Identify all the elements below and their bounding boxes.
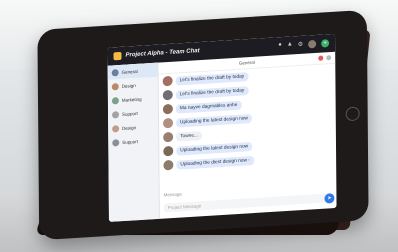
tablet-device: Project Alpha - Team Chat ● ▲ ⚙ + Genera… bbox=[37, 9, 369, 241]
message-bubble[interactable]: Let's finalize the draft by today bbox=[175, 85, 249, 100]
info-icon[interactable] bbox=[326, 55, 332, 61]
message-input-placeholder: Project Message bbox=[167, 203, 202, 211]
message-bubble[interactable]: Uploading the latest design now bbox=[176, 141, 253, 156]
send-button[interactable]: ➤ bbox=[324, 193, 335, 204]
channel-name: General bbox=[238, 59, 255, 66]
home-button[interactable] bbox=[345, 106, 360, 122]
titlebar-icons: ● ▲ ⚙ + bbox=[278, 39, 335, 50]
channel-sidebar: General Design Marketing Support Design Suppo… bbox=[107, 62, 160, 222]
avatar[interactable] bbox=[162, 103, 173, 115]
sidebar-item-label: General bbox=[121, 68, 138, 75]
sidebar-item-label: Design bbox=[121, 82, 136, 89]
channel-avatar bbox=[112, 138, 120, 147]
channel-avatar bbox=[111, 96, 119, 105]
avatar[interactable] bbox=[162, 75, 173, 87]
bell-icon[interactable]: ● bbox=[278, 42, 282, 50]
channel-avatar bbox=[111, 82, 119, 91]
sidebar-item[interactable]: Support bbox=[108, 133, 158, 150]
avatar[interactable] bbox=[163, 145, 174, 157]
channel-avatar bbox=[112, 124, 120, 133]
composer-input[interactable]: Message bbox=[164, 191, 182, 197]
channel-avatar bbox=[111, 68, 119, 76]
message-bubble[interactable]: Let's finalize the draft by today bbox=[175, 71, 249, 86]
settings-icon[interactable]: ⚙ bbox=[298, 41, 303, 49]
avatar[interactable] bbox=[163, 131, 174, 143]
app-title: Project Alpha - Team Chat bbox=[125, 48, 200, 59]
message-bubble[interactable]: Ma nayve dagmables anhe bbox=[175, 100, 242, 114]
tablet-screen: Project Alpha - Team Chat ● ▲ ⚙ + Genera… bbox=[107, 33, 337, 222]
channel-avatar bbox=[111, 110, 120, 119]
avatar[interactable] bbox=[162, 89, 173, 101]
app-logo-icon bbox=[113, 51, 122, 61]
add-icon[interactable]: + bbox=[321, 39, 330, 48]
message-list: Let's finalize the draft by today Let's f… bbox=[162, 66, 334, 175]
notification-icon[interactable] bbox=[318, 55, 324, 61]
message-bubble[interactable]: Towne... bbox=[176, 130, 203, 142]
sidebar-item-label: Design bbox=[122, 124, 137, 131]
chat-header-icons bbox=[318, 55, 332, 61]
message-bubble[interactable]: Uploading the latest design now bbox=[175, 113, 252, 128]
avatar[interactable] bbox=[308, 39, 317, 49]
chat-panel: General Let's finalize the draft by toda… bbox=[158, 51, 337, 219]
avatar[interactable] bbox=[162, 117, 174, 129]
avatar[interactable] bbox=[163, 159, 174, 171]
sidebar-item-label: Marketing bbox=[121, 96, 142, 103]
sidebar-item-label: Support bbox=[121, 110, 138, 117]
lock-icon[interactable]: ▲ bbox=[287, 41, 293, 49]
sidebar-item-label: Support bbox=[122, 138, 139, 145]
message-bubble[interactable]: Uploading the diest design now - bbox=[176, 155, 254, 170]
